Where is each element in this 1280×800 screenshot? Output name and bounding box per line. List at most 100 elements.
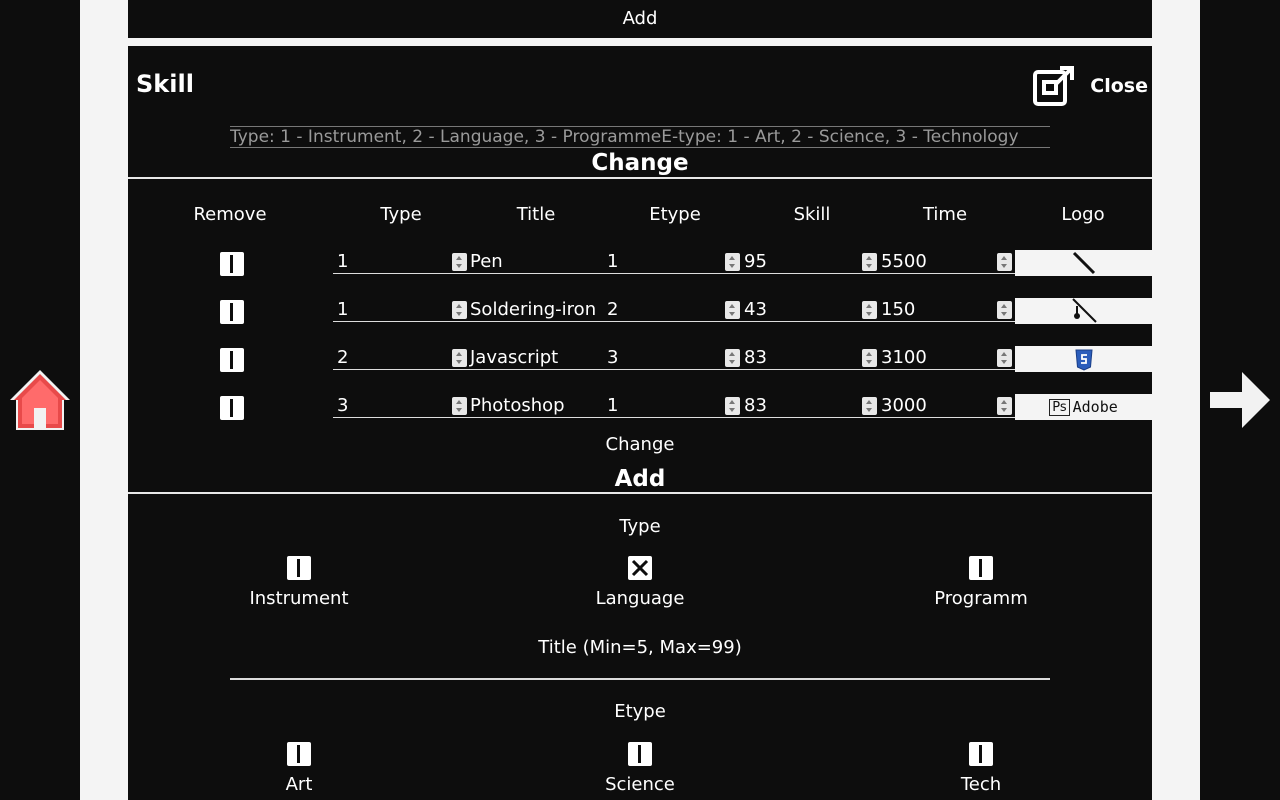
etype-field[interactable]: 3 <box>603 346 740 370</box>
etype-field[interactable]: 1 <box>603 250 740 274</box>
type-spinner[interactable] <box>452 301 467 319</box>
col-logo: Logo <box>1061 204 1105 225</box>
table-row: 2 Javascript 3 83 3100 <box>128 346 1152 372</box>
etype-field[interactable]: 2 <box>603 298 740 322</box>
skill-spinner[interactable] <box>862 397 877 415</box>
panel-title: Skill <box>136 70 194 98</box>
col-time: Time <box>922 204 968 225</box>
remove-checkbox[interactable] <box>220 300 244 324</box>
skill-panel: Skill Close Type: 1 - Instrument, 2 - La… <box>128 46 1152 800</box>
check-x-icon <box>631 559 649 577</box>
left-band <box>80 0 128 800</box>
change-button[interactable]: Change <box>128 434 1152 455</box>
skill-field[interactable]: 95 <box>740 250 877 274</box>
arrow-right-icon[interactable] <box>1206 366 1274 434</box>
programm-checkbox[interactable] <box>969 556 993 580</box>
add-divider <box>128 492 1152 494</box>
etype-option-art[interactable]: Art <box>219 742 379 795</box>
skill-field[interactable]: 43 <box>740 298 877 322</box>
photoshop-logo: Ps Adobe <box>1015 394 1152 420</box>
programm-label: Programm <box>934 588 1028 609</box>
tech-checkbox[interactable] <box>969 742 993 766</box>
close-button[interactable]: Close <box>1032 64 1152 108</box>
science-checkbox[interactable] <box>628 742 652 766</box>
change-divider <box>128 177 1152 179</box>
change-heading: Change <box>591 150 689 176</box>
type-field[interactable]: 2 <box>333 346 470 370</box>
add-heading: Add <box>614 466 666 492</box>
ps-logo-mark: Ps <box>1049 398 1070 416</box>
type-field[interactable]: 1 <box>333 250 470 274</box>
type-spinner[interactable] <box>452 253 467 271</box>
remove-checkbox[interactable] <box>220 348 244 372</box>
language-checkbox[interactable] <box>628 556 652 580</box>
javascript-logo <box>1015 346 1152 372</box>
etype-option-science[interactable]: Science <box>560 742 720 795</box>
title-field[interactable]: Javascript <box>466 346 603 370</box>
pen-logo <box>1015 250 1152 276</box>
etype-spinner[interactable] <box>725 253 740 271</box>
close-label: Close <box>1090 75 1148 97</box>
etype-spinner[interactable] <box>725 397 740 415</box>
instrument-checkbox[interactable] <box>287 556 311 580</box>
col-type: Type <box>380 204 422 225</box>
skill-spinner[interactable] <box>862 301 877 319</box>
science-label: Science <box>605 774 675 795</box>
time-spinner[interactable] <box>997 349 1012 367</box>
type-spinner[interactable] <box>452 349 467 367</box>
time-spinner[interactable] <box>997 397 1012 415</box>
title-label: Title (Min=5, Max=99) <box>538 637 742 658</box>
type-option-instrument[interactable]: Instrument <box>219 556 379 609</box>
art-checkbox[interactable] <box>287 742 311 766</box>
home-icon[interactable] <box>6 366 74 434</box>
etype-label: Etype <box>614 701 666 722</box>
top-add-button[interactable]: Add <box>128 0 1152 38</box>
time-field[interactable]: 3100 <box>877 346 1015 370</box>
col-skill: Skill <box>793 204 831 225</box>
soldering-iron-icon <box>1071 298 1097 323</box>
etype-field[interactable]: 1 <box>603 394 740 418</box>
col-title: Title <box>516 204 556 225</box>
time-field[interactable]: 5500 <box>877 250 1015 274</box>
table-row: 1 Soldering-iron 2 43 150 <box>128 298 1152 324</box>
remove-checkbox[interactable] <box>220 396 244 420</box>
instrument-label: Instrument <box>249 588 349 609</box>
type-spinner[interactable] <box>452 397 467 415</box>
col-etype: Etype <box>649 204 701 225</box>
time-spinner[interactable] <box>997 253 1012 271</box>
skill-field[interactable]: 83 <box>740 346 877 370</box>
title-input[interactable] <box>230 678 1050 680</box>
skill-field[interactable]: 83 <box>740 394 877 418</box>
edit-close-icon <box>1033 66 1075 106</box>
adobe-logo-text: Adobe <box>1072 398 1118 416</box>
art-label: Art <box>285 774 313 795</box>
remove-checkbox[interactable] <box>220 252 244 276</box>
type-option-language[interactable]: Language <box>560 556 720 609</box>
pen-icon <box>1072 251 1095 275</box>
etype-spinner[interactable] <box>725 349 740 367</box>
etype-option-tech[interactable]: Tech <box>901 742 1061 795</box>
col-remove: Remove <box>193 204 267 225</box>
table-row: 1 Pen 1 95 5500 <box>128 250 1152 276</box>
language-label: Language <box>595 588 685 609</box>
type-label: Type <box>619 516 661 537</box>
tech-label: Tech <box>960 774 1002 795</box>
right-band <box>1152 0 1200 800</box>
table-row: 3 Photoshop 1 83 3000 Ps Adobe <box>128 394 1152 420</box>
title-field[interactable]: Pen <box>466 250 603 274</box>
time-field[interactable]: 3000 <box>877 394 1015 418</box>
time-field[interactable]: 150 <box>877 298 1015 322</box>
skill-spinner[interactable] <box>862 253 877 271</box>
js-shield-icon <box>1074 349 1093 371</box>
time-spinner[interactable] <box>997 301 1012 319</box>
type-field[interactable]: 1 <box>333 298 470 322</box>
top-separator <box>128 38 1152 46</box>
soldering-iron-logo <box>1015 298 1152 324</box>
skill-spinner[interactable] <box>862 349 877 367</box>
title-field[interactable]: Soldering-iron <box>466 298 603 322</box>
type-field[interactable]: 3 <box>333 394 470 418</box>
etype-spinner[interactable] <box>725 301 740 319</box>
title-field[interactable]: Photoshop <box>466 394 603 418</box>
type-option-programm[interactable]: Programm <box>901 556 1061 609</box>
type-hint-field[interactable]: Type: 1 - Instrument, 2 - Language, 3 - … <box>230 126 1050 148</box>
